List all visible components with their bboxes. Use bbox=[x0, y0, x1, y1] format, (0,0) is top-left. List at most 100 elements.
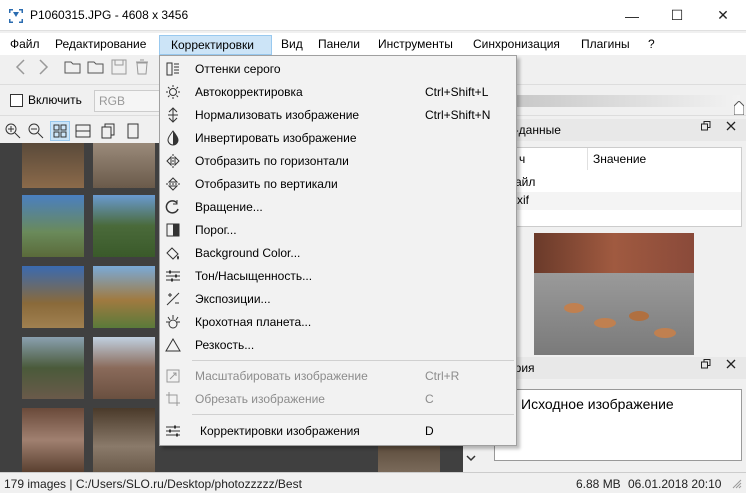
metadata-panel-header: а-данные bbox=[494, 119, 746, 141]
scroll-down-icon[interactable] bbox=[466, 453, 476, 463]
thumbnail[interactable] bbox=[93, 408, 155, 472]
thumbnail[interactable] bbox=[93, 195, 155, 257]
thumbnail[interactable] bbox=[93, 266, 155, 328]
history-panel-header: ория bbox=[494, 357, 746, 379]
menu-item-tiny-planet[interactable]: Крохотная планета... bbox=[160, 311, 516, 334]
table-row[interactable]: xif bbox=[495, 192, 741, 210]
thumbnail[interactable] bbox=[22, 195, 84, 257]
menu-item-image-adjustments[interactable]: Корректировки изображения D bbox=[160, 420, 516, 443]
flip-vertical-icon bbox=[166, 177, 180, 191]
thumbnail[interactable] bbox=[22, 266, 84, 328]
minimize-button[interactable]: — bbox=[609, 0, 655, 31]
folder-icon[interactable] bbox=[87, 58, 105, 76]
close-icon: ✕ bbox=[717, 7, 729, 23]
metadata-table: ч Значение айл xif bbox=[494, 147, 742, 227]
menu-item-normalize[interactable]: Нормализовать изображение Ctrl+Shift+N bbox=[160, 104, 516, 127]
menu-item-hue-saturation[interactable]: Тон/Насыщенность... bbox=[160, 265, 516, 288]
copy-icon[interactable] bbox=[100, 122, 118, 140]
page-icon[interactable] bbox=[124, 122, 142, 140]
planet-icon bbox=[166, 315, 180, 329]
metadata-col-value: Значение bbox=[593, 152, 647, 166]
slider-thumb-icon[interactable] bbox=[734, 101, 744, 115]
level-slider-track[interactable] bbox=[515, 95, 740, 107]
minimize-icon: — bbox=[625, 7, 639, 24]
metadata-col-name: ч bbox=[519, 152, 526, 166]
view-toolbar bbox=[0, 119, 160, 143]
menu-item-flip-horizontal[interactable]: Отобразить по горизонтали bbox=[160, 150, 516, 173]
close-button[interactable]: ✕ bbox=[700, 0, 746, 31]
menu-item-invert[interactable]: Инвертировать изображение bbox=[160, 127, 516, 150]
forward-icon[interactable] bbox=[34, 58, 52, 76]
image-preview bbox=[534, 233, 694, 355]
menu-separator bbox=[192, 414, 514, 415]
close-panel-icon[interactable] bbox=[726, 121, 736, 131]
folder-open-icon[interactable] bbox=[64, 58, 82, 76]
save-icon[interactable] bbox=[110, 58, 128, 76]
status-path: 179 images | C:/Users/SLO.ru/Desktop/pho… bbox=[4, 477, 302, 491]
menu-bar: Файл Редактирование Корректировки Вид Па… bbox=[0, 33, 746, 55]
exposure-icon bbox=[166, 292, 180, 306]
status-filesize: 6.88 MB bbox=[576, 477, 621, 491]
channel-select[interactable]: RGB bbox=[94, 90, 164, 112]
menu-item-exposure[interactable]: Экспозиции... bbox=[160, 288, 516, 311]
history-item[interactable]: Исходное изображение bbox=[521, 396, 674, 412]
zoom-out-icon[interactable] bbox=[27, 122, 45, 140]
sharpen-icon bbox=[165, 338, 181, 352]
status-bar: 179 images | C:/Users/SLO.ru/Desktop/pho… bbox=[0, 472, 746, 493]
zoom-in-icon[interactable] bbox=[4, 122, 22, 140]
menu-help[interactable]: ? bbox=[642, 35, 661, 55]
undock-icon[interactable] bbox=[700, 359, 711, 369]
maximize-button[interactable]: ☐ bbox=[654, 0, 700, 31]
undock-icon[interactable] bbox=[700, 121, 711, 131]
menu-item-grayscale[interactable]: Оттенки серого bbox=[160, 58, 516, 81]
menu-separator bbox=[192, 360, 514, 361]
menu-edit[interactable]: Редактирование bbox=[49, 35, 152, 55]
paint-bucket-icon bbox=[166, 247, 179, 260]
status-datetime: 06.01.2018 20:10 bbox=[628, 477, 722, 491]
thumbnail[interactable] bbox=[22, 408, 84, 472]
menu-item-resize: Масштабировать изображение Ctrl+R bbox=[160, 365, 516, 388]
menu-item-rotate[interactable]: Вращение... bbox=[160, 196, 516, 219]
close-panel-icon[interactable] bbox=[726, 359, 736, 369]
grayscale-icon bbox=[166, 62, 179, 76]
enable-checkbox[interactable] bbox=[10, 94, 23, 107]
menu-sync[interactable]: Синхронизация bbox=[467, 35, 566, 55]
menu-item-sharpen[interactable]: Резкость... bbox=[160, 334, 516, 357]
menu-item-threshold[interactable]: Порог... bbox=[160, 219, 516, 242]
thumbnail[interactable] bbox=[93, 143, 155, 188]
app-icon bbox=[9, 9, 23, 23]
menu-panels[interactable]: Панели bbox=[312, 35, 366, 55]
menu-adjustments[interactable]: Корректировки bbox=[159, 35, 272, 55]
sliders-icon bbox=[166, 270, 180, 282]
back-icon[interactable] bbox=[12, 58, 30, 76]
thumbnail[interactable] bbox=[22, 337, 84, 399]
menu-item-autocorrect[interactable]: Автокорректировка Ctrl+Shift+L bbox=[160, 81, 516, 104]
sun-icon bbox=[166, 85, 180, 99]
menu-view[interactable]: Вид bbox=[275, 35, 309, 55]
menu-plugins[interactable]: Плагины bbox=[575, 35, 636, 55]
menu-tools[interactable]: Инструменты bbox=[372, 35, 459, 55]
grid-view-icon[interactable] bbox=[50, 121, 70, 141]
table-row[interactable]: айл bbox=[495, 174, 741, 192]
thumbnail[interactable] bbox=[22, 143, 84, 188]
menu-item-flip-vertical[interactable]: Отобразить по вертикали bbox=[160, 173, 516, 196]
rotate-icon bbox=[165, 200, 179, 214]
threshold-icon bbox=[166, 223, 180, 237]
window-title: P1060315.JPG - 4608 x 3456 bbox=[30, 8, 189, 22]
right-panel: а-данные ч Значение айл xif ория Исходно… bbox=[494, 119, 746, 472]
enable-label: Включить bbox=[28, 93, 82, 107]
title-bar: P1060315.JPG - 4608 x 3456 — ☐ ✕ bbox=[0, 0, 746, 31]
menu-item-background-color[interactable]: Background Color... bbox=[160, 242, 516, 265]
split-view-icon[interactable] bbox=[74, 122, 92, 140]
crop-icon bbox=[166, 392, 180, 406]
maximize-icon: ☐ bbox=[670, 7, 684, 23]
thumbnail[interactable] bbox=[378, 443, 440, 472]
trash-icon[interactable] bbox=[133, 58, 151, 76]
thumbnail[interactable] bbox=[93, 337, 155, 399]
history-list: Исходное изображение bbox=[494, 389, 742, 461]
adjustments-dropdown: Оттенки серого Автокорректировка Ctrl+Sh… bbox=[159, 55, 517, 446]
menu-item-crop: Обрезать изображение C bbox=[160, 388, 516, 411]
menu-file[interactable]: Файл bbox=[4, 35, 46, 55]
resize-grip-icon[interactable] bbox=[732, 479, 742, 489]
flip-horizontal-icon bbox=[166, 154, 180, 168]
